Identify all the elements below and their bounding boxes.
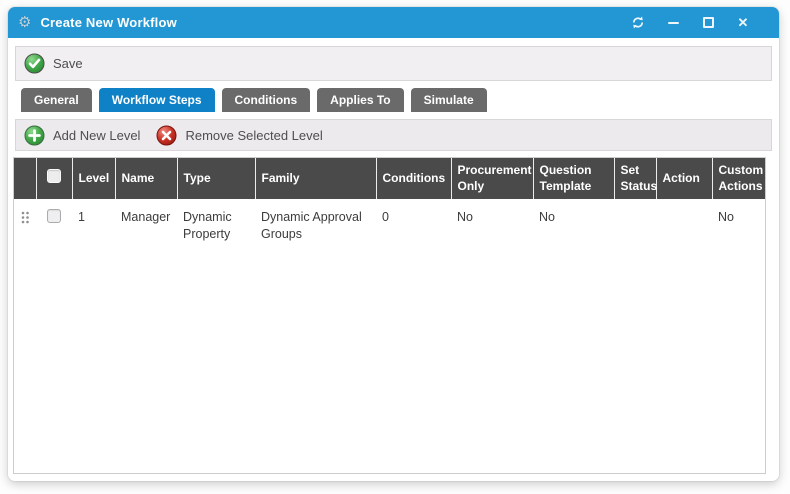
create-workflow-dialog: ⚙ Create New Workflow (8, 7, 779, 481)
refresh-button[interactable] (631, 16, 645, 30)
level-toolbar: Add New Level Remove Selected Level (15, 119, 772, 151)
cell-action (656, 199, 712, 249)
column-header-type: Type (177, 158, 255, 199)
cell-family: Dynamic Approval Groups (255, 199, 376, 249)
drag-column-header (14, 158, 36, 199)
save-label: Save (53, 56, 83, 71)
row-checkbox[interactable] (47, 209, 61, 223)
add-plus-icon (24, 125, 45, 146)
select-all-checkbox[interactable] (47, 169, 61, 183)
tab-general[interactable]: General (21, 88, 92, 112)
cell-conditions: 0 (376, 199, 451, 249)
column-header-procurement-only: Procurement Only (451, 158, 533, 199)
cell-name: Manager (115, 199, 177, 249)
column-header-question-template: Question Template (533, 158, 614, 199)
minimize-button[interactable] (666, 16, 680, 30)
drag-handle-icon[interactable] (21, 211, 29, 229)
cell-type: Dynamic Property (177, 199, 255, 249)
workflow-steps-grid: Level Name Type Family Conditions Procur… (13, 157, 766, 474)
row-select-cell (36, 199, 72, 249)
cell-set-status (614, 199, 656, 249)
maximize-icon (703, 17, 714, 28)
window-controls: ✕ (631, 16, 750, 30)
minimize-icon (668, 22, 679, 24)
add-new-level-label: Add New Level (53, 128, 140, 143)
select-all-header (36, 158, 72, 199)
tab-simulate[interactable]: Simulate (411, 88, 487, 112)
remove-selected-level-label: Remove Selected Level (185, 128, 322, 143)
tab-applies-to[interactable]: Applies To (317, 88, 403, 112)
close-icon: ✕ (738, 16, 749, 29)
column-header-set-status: Set Status (614, 158, 656, 199)
add-new-level-button[interactable]: Add New Level (24, 125, 140, 146)
save-check-icon (24, 53, 45, 74)
cell-question-template: No (533, 199, 614, 249)
column-header-action: Action (656, 158, 712, 199)
gear-icon: ⚙ (18, 15, 31, 30)
tab-conditions[interactable]: Conditions (222, 88, 311, 112)
cell-procurement-only: No (451, 199, 533, 249)
tab-strip: General Workflow Steps Conditions Applie… (21, 88, 779, 112)
refresh-icon (631, 15, 645, 30)
column-header-level: Level (72, 158, 115, 199)
tab-workflow-steps[interactable]: Workflow Steps (99, 88, 215, 112)
column-header-name: Name (115, 158, 177, 199)
row-drag-cell (14, 199, 36, 249)
column-header-custom-actions: Custom Actions (712, 158, 765, 199)
cell-level: 1 (72, 199, 115, 249)
header-row: Level Name Type Family Conditions Procur… (14, 158, 765, 199)
save-toolbar: Save (15, 46, 772, 81)
save-button[interactable]: Save (24, 53, 83, 74)
maximize-button[interactable] (701, 16, 715, 30)
table-row: 1 Manager Dynamic Property Dynamic Appro… (14, 199, 765, 249)
page-background: ⚙ Create New Workflow (0, 0, 790, 494)
titlebar: ⚙ Create New Workflow (8, 7, 779, 38)
close-button[interactable]: ✕ (736, 16, 750, 30)
cell-custom-actions: No (712, 199, 765, 249)
window-title: Create New Workflow (40, 15, 176, 30)
remove-selected-level-button[interactable]: Remove Selected Level (156, 125, 322, 146)
column-header-family: Family (255, 158, 376, 199)
column-header-conditions: Conditions (376, 158, 451, 199)
remove-x-icon (156, 125, 177, 146)
levels-table: Level Name Type Family Conditions Procur… (14, 158, 765, 249)
